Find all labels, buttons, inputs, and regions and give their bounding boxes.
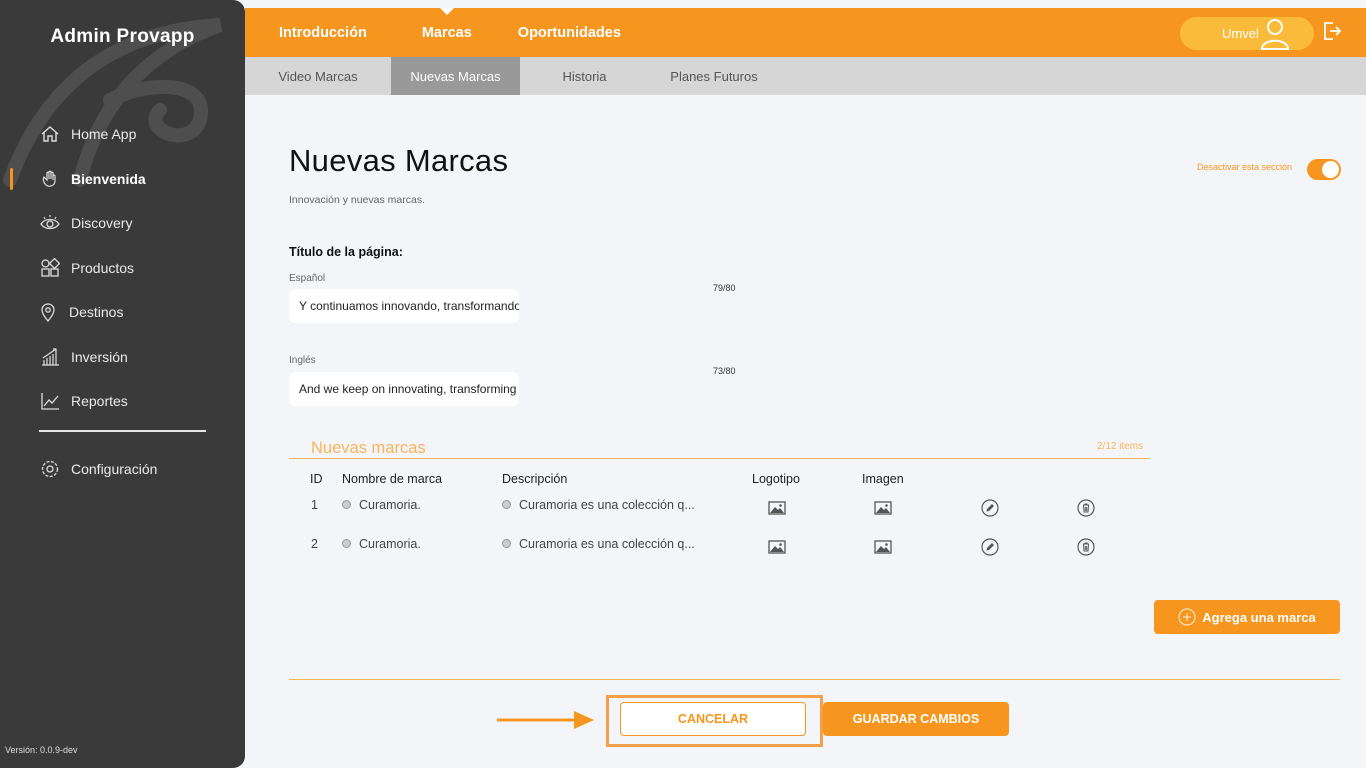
sidebar-item-discovery[interactable]: Discovery — [0, 201, 245, 246]
sidebar-divider — [39, 430, 206, 432]
page-subtitle: Innovación y nuevas marcas. — [289, 194, 425, 206]
sidebar-nav: Home App Bienvenida Discovery Productos … — [0, 112, 245, 424]
sidebar-item-label: Discovery — [71, 215, 133, 232]
sidebar-item-label: Destinos — [69, 304, 124, 321]
edit-icon[interactable] — [980, 537, 1000, 557]
sidebar-item-label: Productos — [71, 259, 135, 276]
subtab-nuevas-marcas[interactable]: Nuevas Marcas — [391, 57, 520, 95]
footer-divider — [289, 679, 1340, 680]
sidebar-item-destinos[interactable]: Destinos — [0, 290, 245, 335]
bullet-icon — [342, 539, 351, 548]
add-brand-button[interactable]: Agrega una marca — [1154, 600, 1340, 634]
spanish-char-counter: 79/80 — [713, 283, 736, 293]
bullet-icon — [502, 500, 511, 509]
section-toggle[interactable] — [1307, 159, 1341, 180]
version-label: Versión: 0.0.9-dev — [5, 745, 78, 755]
wave-hand-icon — [39, 168, 61, 190]
spanish-label: Español — [289, 273, 326, 284]
subtab-video-marcas[interactable]: Video Marcas — [245, 57, 391, 95]
sidebar-item-label: Bienvenida — [71, 170, 146, 187]
bar-growth-icon — [39, 346, 61, 368]
sidebar-item-label: Reportes — [71, 393, 128, 410]
cancel-button[interactable]: CANCELAR — [620, 702, 806, 736]
toggle-label: Desactivar esta sección — [1197, 162, 1293, 172]
row-name: Curamoria. — [342, 537, 421, 551]
bullet-icon — [502, 539, 511, 548]
row-id: 2 — [311, 537, 318, 551]
top-nav: Introducción Marcas Oportunidades Umvel — [245, 8, 1366, 57]
grid-shapes-icon — [39, 257, 61, 279]
save-changes-button[interactable]: GUARDAR CAMBIOS — [823, 702, 1009, 736]
row-description-text: Curamoria es una colección q... — [519, 537, 695, 551]
english-title-field[interactable]: And we keep on innovating, transforming — [289, 372, 519, 406]
arrow-pointer-icon — [497, 711, 594, 729]
sidebar-item-configuracion[interactable]: Configuración — [0, 447, 245, 492]
user-avatar-icon — [1260, 19, 1290, 50]
subtab-planes-futuros[interactable]: Planes Futuros — [649, 57, 779, 95]
user-name: Umvel — [1222, 26, 1259, 41]
sidebar-item-inversion[interactable]: Inversión — [0, 335, 245, 380]
add-brand-label: Agrega una marca — [1202, 609, 1316, 625]
logo-image-icon[interactable] — [767, 537, 787, 557]
column-header-image: Imagen — [862, 472, 904, 486]
app-title: Admin Provapp — [50, 26, 195, 47]
logout-icon[interactable] — [1322, 21, 1342, 41]
page-title: Nuevas Marcas — [289, 143, 509, 178]
column-header-name: Nombre de marca — [342, 472, 443, 486]
list-count: 2/12 items — [1097, 441, 1144, 452]
column-header-id: ID — [310, 472, 323, 486]
sidebar-item-label: Home App — [71, 126, 137, 143]
list-title: Nuevas marcas — [311, 439, 426, 457]
row-name-text: Curamoria. — [359, 498, 421, 512]
sidebar: Admin Provapp Home App Bienvenida Discov… — [0, 0, 245, 768]
row-name-text: Curamoria. — [359, 537, 421, 551]
column-header-description: Descripción — [502, 472, 568, 486]
home-icon — [39, 123, 61, 145]
image-icon[interactable] — [873, 498, 893, 518]
list-divider — [289, 458, 1150, 459]
sidebar-item-label: Inversión — [71, 348, 128, 365]
row-id: 1 — [311, 498, 318, 512]
gear-icon — [39, 458, 61, 480]
table-row: 1 Curamoria. Curamoria es una colección … — [0, 498, 1366, 518]
tab-introduccion[interactable]: Introducción — [279, 8, 367, 57]
delete-icon[interactable] — [1076, 537, 1096, 557]
subtab-historia[interactable]: Historia — [520, 57, 649, 95]
user-menu[interactable]: Umvel — [1180, 17, 1314, 50]
logo-image-icon[interactable] — [767, 498, 787, 518]
row-description-text: Curamoria es una colección q... — [519, 498, 695, 512]
sidebar-item-bienvenida[interactable]: Bienvenida — [0, 157, 245, 202]
spanish-title-field[interactable]: Y continuamos innovando, transformando — [289, 289, 519, 323]
image-icon[interactable] — [873, 537, 893, 557]
english-label: Inglés — [289, 355, 316, 366]
eye-icon — [39, 212, 61, 234]
row-description: Curamoria es una colección q... — [502, 498, 695, 512]
english-char-counter: 73/80 — [713, 366, 736, 376]
sidebar-item-home-app[interactable]: Home App — [0, 112, 245, 157]
bullet-icon — [342, 500, 351, 509]
sidebar-item-reportes[interactable]: Reportes — [0, 379, 245, 424]
row-name: Curamoria. — [342, 498, 421, 512]
location-pin-icon — [37, 301, 59, 323]
delete-icon[interactable] — [1076, 498, 1096, 518]
table-row: 2 Curamoria. Curamoria es una colección … — [0, 537, 1366, 557]
edit-icon[interactable] — [980, 498, 1000, 518]
row-description: Curamoria es una colección q... — [502, 537, 695, 551]
page-title-section-label: Título de la página: — [289, 245, 403, 259]
toggle-knob — [1322, 161, 1339, 178]
sub-tabs: Video Marcas Nuevas Marcas Historia Plan… — [245, 57, 1366, 95]
sidebar-item-productos[interactable]: Productos — [0, 246, 245, 291]
add-circle-icon — [1178, 608, 1196, 626]
tab-oportunidades[interactable]: Oportunidades — [518, 8, 621, 57]
tab-marcas[interactable]: Marcas — [422, 8, 472, 57]
line-chart-icon — [39, 390, 61, 412]
column-header-logo: Logotipo — [752, 472, 800, 486]
sidebar-item-label: Configuración — [71, 461, 158, 478]
